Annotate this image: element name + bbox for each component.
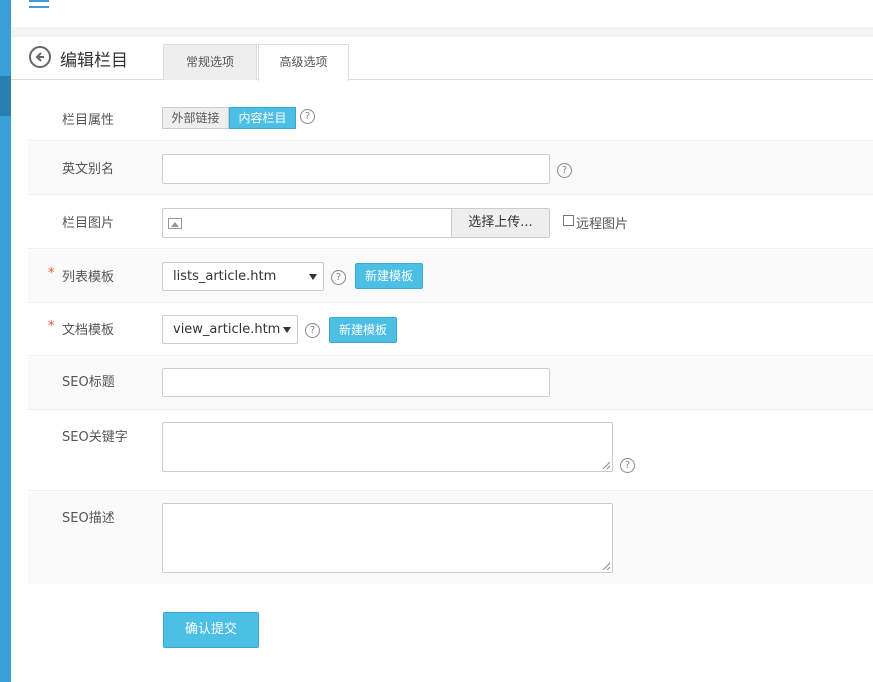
new-doc-template-button[interactable]: 新建模板 <box>329 317 397 343</box>
help-icon[interactable]: ? <box>557 163 572 178</box>
help-icon[interactable]: ? <box>300 109 315 124</box>
list-template-label: 列表模板 <box>62 270 115 285</box>
list-template-value: lists_article.htm <box>173 269 277 284</box>
row-alias: 英文别名 ? <box>28 142 873 195</box>
page-title: 编辑栏目 <box>60 51 128 71</box>
back-arrow-icon[interactable] <box>29 46 51 68</box>
new-list-template-button[interactable]: 新建模板 <box>355 263 423 289</box>
seo-title-label: SEO标题 <box>62 375 115 390</box>
tab-general[interactable]: 常规选项 <box>163 44 257 80</box>
list-template-select[interactable]: lists_article.htm <box>162 262 324 291</box>
remote-image-checkbox[interactable] <box>563 215 574 226</box>
resize-handle-icon[interactable] <box>602 562 610 570</box>
row-seo-keywords: SEO关键字 ? <box>28 411 873 491</box>
resize-handle-icon[interactable] <box>602 461 610 469</box>
row-image: 栏目图片 选择上传... 远程图片 <box>28 196 873 249</box>
help-icon[interactable]: ? <box>331 270 346 285</box>
remote-image-label: 远程图片 <box>576 217 629 232</box>
doc-template-select[interactable]: view_article.htm <box>162 315 298 344</box>
attr-label: 栏目属性 <box>62 113 115 128</box>
submit-button[interactable]: 确认提交 <box>163 612 259 648</box>
menu-icon[interactable] <box>29 0 49 12</box>
seo-keywords-label: SEO关键字 <box>62 430 128 445</box>
tab-advanced[interactable]: 高级选项 <box>258 44 349 81</box>
help-icon[interactable]: ? <box>305 323 320 338</box>
image-url-input[interactable]: 选择上传... <box>162 208 550 238</box>
top-bar <box>11 0 873 27</box>
alias-input[interactable] <box>162 154 550 184</box>
seo-keywords-textarea[interactable] <box>162 422 613 472</box>
seo-title-input[interactable] <box>162 368 550 397</box>
seo-desc-label: SEO描述 <box>62 511 115 526</box>
image-label: 栏目图片 <box>62 216 115 231</box>
alias-label: 英文别名 <box>62 162 115 177</box>
sidebar-active-marker <box>0 76 11 116</box>
row-seo-title: SEO标题 <box>28 357 873 410</box>
attr-option-external[interactable]: 外部链接 <box>162 107 229 129</box>
upload-button[interactable]: 选择上传... <box>451 209 549 237</box>
row-list-template: * 列表模板 lists_article.htm ? 新建模板 <box>28 250 873 303</box>
row-attr: 栏目属性 外部链接 内容栏目 ? <box>28 88 873 141</box>
row-doc-template: * 文档模板 view_article.htm ? 新建模板 <box>28 304 873 356</box>
chevron-down-icon <box>283 327 291 333</box>
row-seo-desc: SEO描述 <box>28 492 873 584</box>
attr-option-content[interactable]: 内容栏目 <box>229 107 296 129</box>
doc-template-value: view_article.htm <box>173 322 281 337</box>
required-marker: * <box>48 266 55 281</box>
help-icon[interactable]: ? <box>620 458 635 473</box>
required-marker: * <box>48 319 55 334</box>
chevron-down-icon <box>309 274 317 280</box>
top-gap <box>11 27 873 37</box>
left-sidebar <box>0 0 11 682</box>
doc-template-label: 文档模板 <box>62 323 115 338</box>
page-header: 编辑栏目 常规选项 高级选项 <box>11 37 873 81</box>
seo-desc-textarea[interactable] <box>162 503 613 573</box>
image-icon <box>168 218 182 229</box>
